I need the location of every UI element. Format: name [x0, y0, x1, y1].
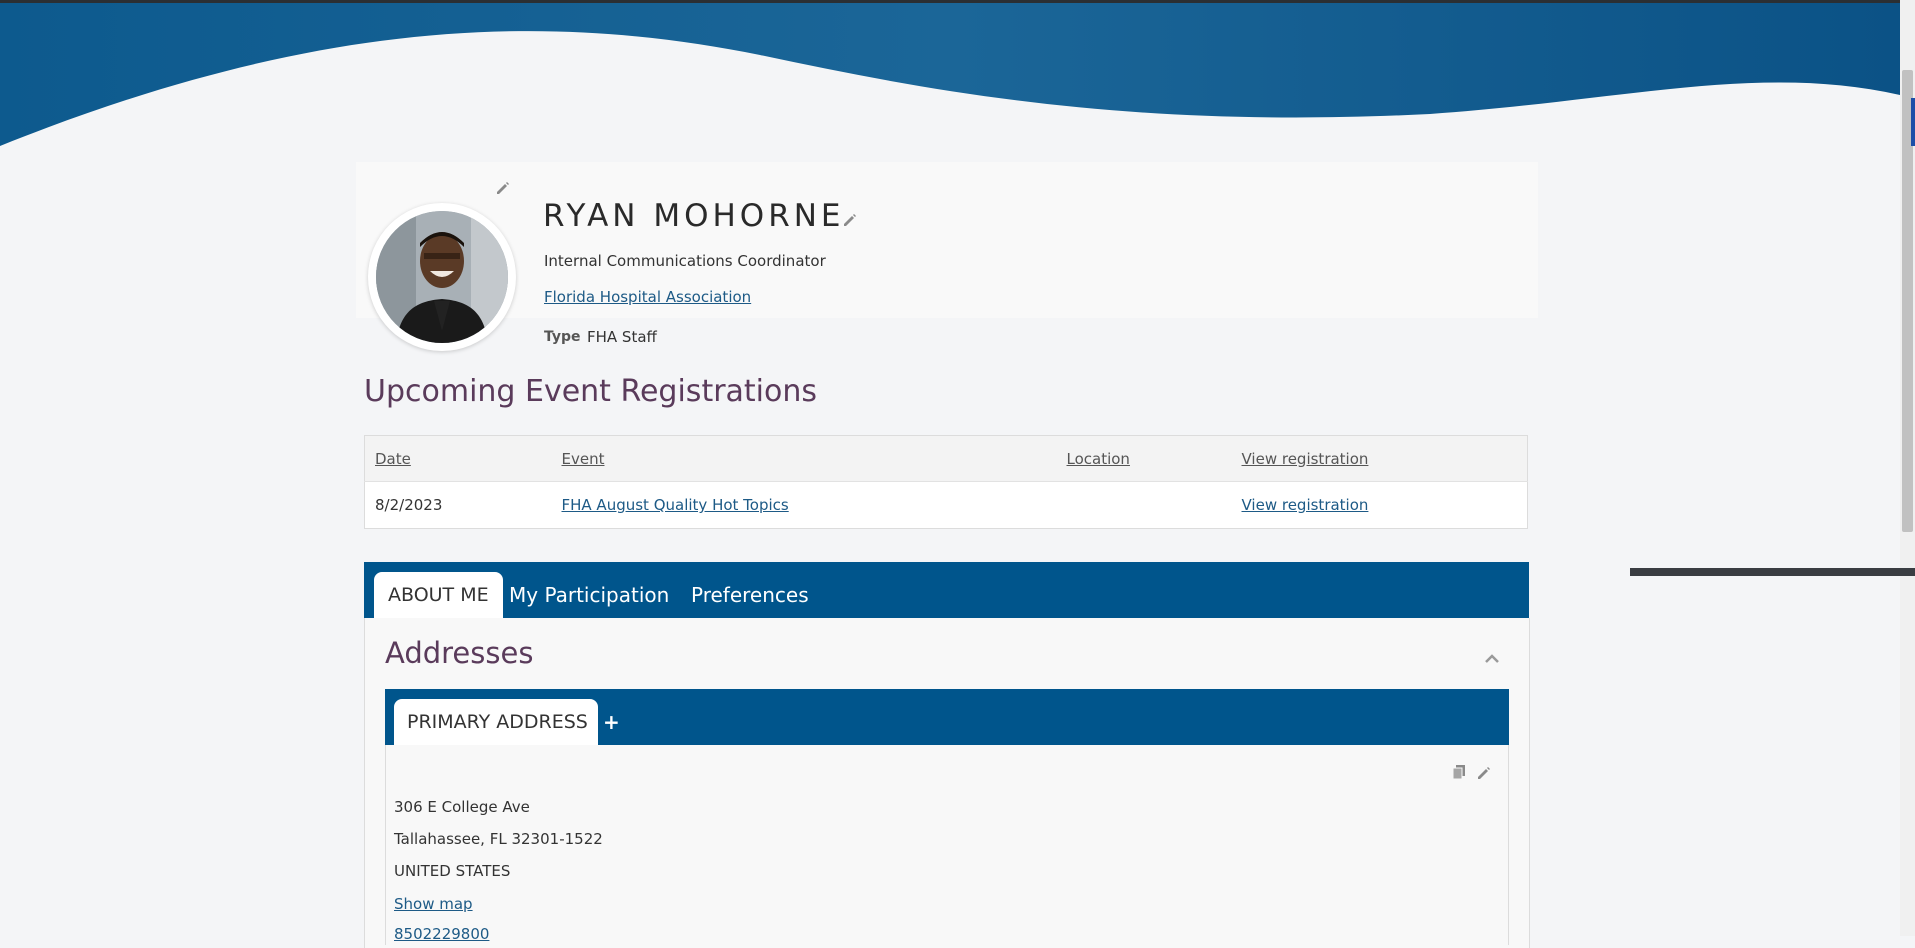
tab-about-me[interactable]: ABOUT ME: [374, 572, 503, 618]
header-wave-banner: [0, 3, 1900, 146]
addresses-title: Addresses: [385, 636, 534, 670]
table-row: 8/2/2023 FHA August Quality Hot Topics V…: [364, 481, 1528, 529]
type-value: FHA Staff: [587, 328, 657, 346]
tab-my-participation[interactable]: My Participation: [509, 572, 669, 618]
profile-name: RYAN MOHORNE: [543, 198, 845, 234]
view-registration-link[interactable]: View registration: [1242, 496, 1369, 514]
add-address-button[interactable]: +: [603, 699, 620, 745]
pencil-icon[interactable]: [842, 212, 858, 228]
address-line-2: Tallahassee, FL 32301-1522: [394, 830, 603, 848]
column-header-event[interactable]: Event: [552, 436, 1057, 482]
column-header-location[interactable]: Location: [1057, 436, 1232, 482]
address-tabs: PRIMARY ADDRESS +: [385, 689, 1509, 745]
copy-icon[interactable]: [1451, 764, 1467, 780]
scroll-accent-marker: [1911, 98, 1915, 146]
pencil-icon[interactable]: [495, 180, 511, 196]
event-link[interactable]: FHA August Quality Hot Topics: [562, 496, 789, 514]
tab-preferences[interactable]: Preferences: [691, 572, 809, 618]
phone-link[interactable]: 8502229800: [394, 925, 489, 943]
table-header-row: Date Event Location View registration: [364, 435, 1528, 482]
column-header-view[interactable]: View registration: [1232, 436, 1528, 482]
row-view[interactable]: View registration: [1232, 482, 1528, 529]
address-line-1: 306 E College Ave: [394, 798, 530, 816]
row-location: [1057, 482, 1232, 529]
show-map-link[interactable]: Show map: [394, 895, 473, 913]
side-divider: [1630, 568, 1915, 576]
pencil-icon[interactable]: [1476, 765, 1492, 781]
chevron-up-icon[interactable]: [1483, 650, 1501, 668]
row-date: 8/2/2023: [375, 496, 443, 514]
organization-link[interactable]: Florida Hospital Association: [544, 288, 751, 306]
profile-card: [356, 162, 1538, 318]
job-title: Internal Communications Coordinator: [544, 252, 826, 270]
profile-tabs: ABOUT ME My Participation Preferences: [364, 562, 1529, 618]
address-line-3: UNITED STATES: [394, 862, 511, 880]
registrations-title: Upcoming Event Registrations: [364, 374, 818, 409]
row-event[interactable]: FHA August Quality Hot Topics: [552, 482, 1057, 529]
registrations-table: Date Event Location View registration 8/…: [364, 435, 1528, 529]
avatar[interactable]: [376, 211, 508, 343]
column-header-date[interactable]: Date: [365, 436, 552, 482]
tab-primary-address[interactable]: PRIMARY ADDRESS: [394, 699, 598, 745]
type-label: Type: [544, 329, 581, 345]
